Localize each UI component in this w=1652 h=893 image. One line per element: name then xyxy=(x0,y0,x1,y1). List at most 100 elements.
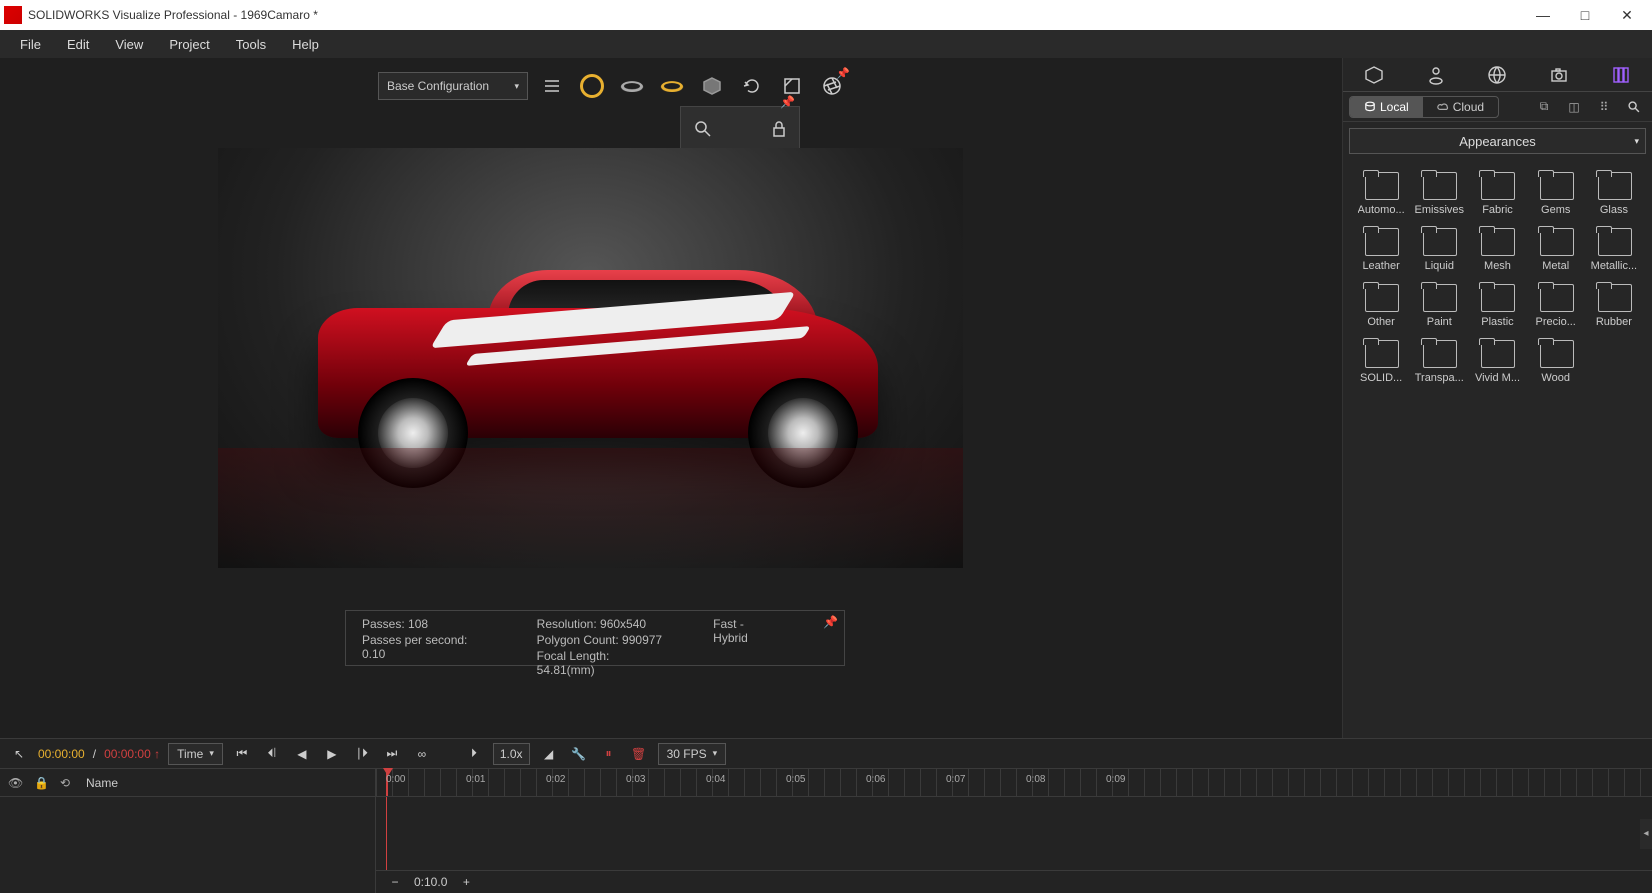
folder-item[interactable]: Plastic xyxy=(1471,282,1523,328)
turntable-icon[interactable] xyxy=(616,70,648,102)
source-toggle[interactable]: Local Cloud xyxy=(1349,96,1499,118)
menu-edit[interactable]: Edit xyxy=(55,33,101,56)
tab-scenes[interactable] xyxy=(1467,58,1529,91)
lock-icon[interactable]: 🔒 xyxy=(34,776,50,790)
timeline-panel: ↖ 00:00:00 / 00:00:00 ↑ Time▾ ⏮ ⏴∣ ◀ ▶ ∣… xyxy=(0,738,1652,893)
timecode-total: 00:00:00 ↑ xyxy=(104,747,160,761)
ruler-tick: 0:07 xyxy=(946,774,965,785)
folder-item[interactable]: Gems xyxy=(1530,170,1582,216)
menu-help[interactable]: Help xyxy=(280,33,331,56)
folder-item[interactable]: Leather xyxy=(1355,226,1407,272)
folder-label: Fabric xyxy=(1482,204,1513,216)
list-icon[interactable] xyxy=(536,70,568,102)
folder-item[interactable]: Other xyxy=(1355,282,1407,328)
source-cloud[interactable]: Cloud xyxy=(1423,97,1498,117)
panel-grid-icon[interactable]: ⠿ xyxy=(1592,95,1616,119)
folder-item[interactable]: Rubber xyxy=(1588,282,1640,328)
go-start-icon[interactable]: ⏮ xyxy=(231,743,253,765)
folder-item[interactable]: Emissives xyxy=(1413,170,1465,216)
folder-label: Leather xyxy=(1362,260,1399,272)
folder-item[interactable]: Mesh xyxy=(1471,226,1523,272)
play-icon[interactable]: ▶ xyxy=(321,743,343,765)
turntable-local-icon[interactable] xyxy=(656,70,688,102)
ease-icon[interactable]: ◢ xyxy=(538,743,560,765)
aperture-icon[interactable]: 📌 xyxy=(816,70,848,102)
zoom-out-icon[interactable]: − xyxy=(384,871,406,893)
render-viewport[interactable] xyxy=(218,148,963,568)
folder-item[interactable]: Metallic... xyxy=(1588,226,1640,272)
arrow-tool-icon[interactable]: ↖ xyxy=(8,743,30,765)
zoom-fit-icon[interactable] xyxy=(689,115,717,143)
folder-item[interactable]: Transpa... xyxy=(1413,338,1465,384)
lock-icon[interactable] xyxy=(765,115,793,143)
folder-label: Emissives xyxy=(1415,204,1465,216)
folder-label: Gems xyxy=(1541,204,1570,216)
menu-file[interactable]: File xyxy=(8,33,53,56)
folder-item[interactable]: Fabric xyxy=(1471,170,1523,216)
pin-icon[interactable]: 📌 xyxy=(780,95,795,109)
zoom-in-icon[interactable]: + xyxy=(455,871,477,893)
collapse-panel-icon[interactable]: ◂ xyxy=(1640,819,1652,849)
timeline-ruler[interactable]: 0:000:010:020:030:040:050:060:070:080:09 xyxy=(376,769,1652,797)
go-end-icon[interactable]: ⏭ xyxy=(381,743,403,765)
step-back-icon[interactable]: ⏴∣ xyxy=(261,743,283,765)
step-forward-icon[interactable]: ∣⏵ xyxy=(351,743,373,765)
chevron-down-icon: ▾ xyxy=(1634,136,1639,147)
visibility-icon[interactable]: 👁 xyxy=(8,776,24,790)
tab-models[interactable] xyxy=(1343,58,1405,91)
category-dropdown[interactable]: Appearances ▾ xyxy=(1349,128,1646,154)
curve-icon[interactable]: ⟲ xyxy=(60,776,76,790)
app-title: SOLIDWORKS Visualize Professional - 1969… xyxy=(28,8,1522,22)
tab-appearances[interactable] xyxy=(1405,58,1467,91)
menu-view[interactable]: View xyxy=(103,33,155,56)
search-icon[interactable] xyxy=(1622,95,1646,119)
ruler-tick: 0:02 xyxy=(546,774,565,785)
folder-item[interactable]: Wood xyxy=(1530,338,1582,384)
time-mode-dropdown[interactable]: Time▾ xyxy=(168,743,223,765)
pin-icon[interactable]: 📌 xyxy=(836,67,850,80)
ruler-tick: 0:00 xyxy=(386,774,405,785)
key-tool-icon[interactable]: 🔧 xyxy=(568,743,590,765)
track-name-header: Name xyxy=(86,776,118,790)
folder-item[interactable]: Liquid xyxy=(1413,226,1465,272)
folder-icon xyxy=(1538,226,1574,256)
folder-label: Plastic xyxy=(1481,316,1513,328)
keyframe-icon[interactable]: ⏵ xyxy=(463,743,485,765)
ruler-tick: 0:08 xyxy=(1026,774,1045,785)
panel-expand-icon[interactable]: ⧉ xyxy=(1532,95,1556,119)
speed-dropdown[interactable]: 1.0x xyxy=(493,743,530,765)
refresh-icon[interactable] xyxy=(736,70,768,102)
maximize-button[interactable]: □ xyxy=(1564,0,1606,30)
folder-item[interactable]: SOLID... xyxy=(1355,338,1407,384)
folder-label: Vivid M... xyxy=(1475,372,1520,384)
folder-item[interactable]: Precio... xyxy=(1530,282,1582,328)
pin-icon[interactable]: 📌 xyxy=(823,615,838,629)
menu-project[interactable]: Project xyxy=(157,33,221,56)
passes-label: Passes: 108 xyxy=(362,617,487,631)
delete-key-icon[interactable]: 🗑 xyxy=(628,743,650,765)
timeline-tracks[interactable]: 0:000:010:020:030:040:050:060:070:080:09… xyxy=(376,769,1652,893)
configuration-dropdown[interactable]: Base Configuration ▾ xyxy=(378,72,528,100)
loop-icon[interactable]: ∞ xyxy=(411,743,433,765)
cube-gray-icon[interactable] xyxy=(696,70,728,102)
close-button[interactable]: ✕ xyxy=(1606,0,1648,30)
tab-library[interactable] xyxy=(1590,58,1652,91)
folder-item[interactable]: Paint xyxy=(1413,282,1465,328)
folder-item[interactable]: Metal xyxy=(1530,226,1582,272)
menu-tools[interactable]: Tools xyxy=(224,33,278,56)
folder-icon xyxy=(1363,226,1399,256)
tab-cameras[interactable] xyxy=(1528,58,1590,91)
play-reverse-icon[interactable]: ◀ xyxy=(291,743,313,765)
folder-item[interactable]: Vivid M... xyxy=(1471,338,1523,384)
folder-item[interactable]: Glass xyxy=(1588,170,1640,216)
minimize-button[interactable]: — xyxy=(1522,0,1564,30)
fps-dropdown[interactable]: 30 FPS▾ xyxy=(658,743,727,765)
ruler-tick: 0:04 xyxy=(706,774,725,785)
source-local[interactable]: Local xyxy=(1350,97,1423,117)
selection-tool-icon[interactable] xyxy=(576,70,608,102)
timecode-sep: / xyxy=(93,747,96,761)
panel-split-icon[interactable]: ◫ xyxy=(1562,95,1586,119)
folder-item[interactable]: Automo... xyxy=(1355,170,1407,216)
folder-icon xyxy=(1479,338,1515,368)
cut-icon[interactable]: ⏸ xyxy=(598,743,620,765)
